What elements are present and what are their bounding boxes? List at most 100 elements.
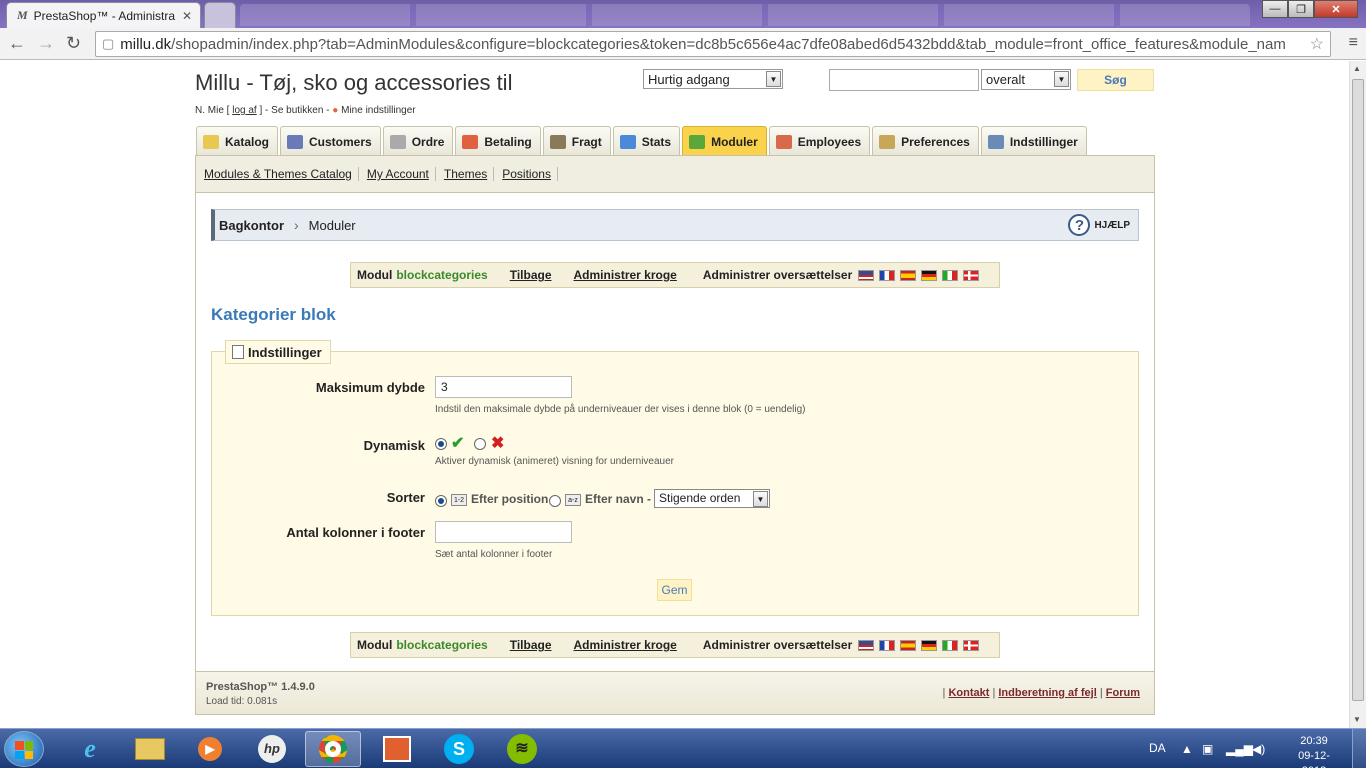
maximize-button[interactable]: ❐ xyxy=(1288,0,1314,18)
dropdown-arrow-icon[interactable]: ▼ xyxy=(753,491,768,507)
flag-es-icon[interactable] xyxy=(900,269,917,281)
search-button[interactable]: Søg xyxy=(1077,69,1154,91)
scroll-up-icon[interactable]: ▲ xyxy=(1353,64,1361,73)
cart-icon xyxy=(389,134,406,149)
tab-katalog[interactable]: Katalog xyxy=(196,126,279,156)
scroll-down-icon[interactable]: ▼ xyxy=(1353,715,1361,724)
window-controls: — ❐ ✕ xyxy=(1262,0,1358,18)
flag-it-icon[interactable] xyxy=(942,639,959,651)
quick-access-select[interactable]: Hurtig adgang ▼ xyxy=(643,69,783,89)
back-arrow-icon[interactable]: ← xyxy=(8,33,26,54)
flag-dk-icon[interactable] xyxy=(963,639,980,651)
subnav-positions[interactable]: Positions xyxy=(500,167,558,181)
sort-name-icon: a-z xyxy=(565,494,581,506)
flag-es-icon[interactable] xyxy=(900,639,917,651)
subnav-my-account[interactable]: My Account xyxy=(365,167,436,181)
tab-fragt[interactable]: Fragt xyxy=(542,126,611,156)
system-clock[interactable]: 20:39 09-12-2012 xyxy=(1288,734,1340,768)
flag-en-icon[interactable] xyxy=(858,269,875,281)
back-link[interactable]: Tilbage xyxy=(510,268,552,282)
tab-customers[interactable]: Customers xyxy=(280,126,381,156)
sort-name-radio[interactable] xyxy=(549,495,561,507)
sort-order-value: Stigende orden xyxy=(659,491,741,505)
back-link[interactable]: Tilbage xyxy=(510,638,552,652)
flag-de-icon[interactable] xyxy=(921,269,938,281)
manage-hooks-link[interactable]: Administrer kroge xyxy=(574,268,677,282)
tray-network-status-icon[interactable]: ▣ xyxy=(1202,742,1213,756)
flag-en-icon[interactable] xyxy=(858,639,875,651)
spotify-icon[interactable]: ≋ xyxy=(494,731,550,767)
tab-employees[interactable]: Employees xyxy=(768,126,871,156)
background-tabs[interactable] xyxy=(240,4,1250,26)
sort-name-label: Efter navn - xyxy=(585,492,652,506)
tab-close-icon[interactable]: ✕ xyxy=(182,9,192,23)
reload-icon[interactable]: ↻ xyxy=(66,33,81,54)
dynamic-yes-radio[interactable] xyxy=(435,438,447,450)
sort-order-select[interactable]: Stigende orden ▼ xyxy=(654,489,770,508)
browser-tab-active[interactable]: M PrestaShop™ - Administra ✕ xyxy=(6,2,201,28)
search-scope-select[interactable]: overalt ▼ xyxy=(981,69,1071,90)
flag-fr-icon[interactable] xyxy=(879,639,896,651)
chrome-icon[interactable] xyxy=(305,731,361,767)
scrollbar-thumb[interactable] xyxy=(1352,79,1364,701)
subnav-themes[interactable]: Themes xyxy=(442,167,495,181)
media-player-icon[interactable]: ▶ xyxy=(182,731,238,767)
contact-link[interactable]: Kontakt xyxy=(948,687,989,699)
page-scrollbar[interactable]: ▲ ▼ xyxy=(1349,61,1366,728)
tab-label: Fragt xyxy=(571,134,602,149)
chart-icon xyxy=(619,134,636,149)
logout-link[interactable]: log af xyxy=(232,105,256,116)
user-links-text: ] - Se butikken - xyxy=(256,105,333,116)
tab-moduler[interactable]: Moduler xyxy=(682,126,767,156)
volume-icon[interactable]: ◀) xyxy=(1252,742,1265,756)
dropdown-arrow-icon[interactable]: ▼ xyxy=(766,71,781,87)
tab-betaling[interactable]: Betaling xyxy=(455,126,541,156)
tab-indstillinger[interactable]: Indstillinger xyxy=(980,126,1087,156)
flag-de-icon[interactable] xyxy=(921,639,938,651)
sort-position-radio[interactable] xyxy=(435,495,447,507)
address-bar[interactable]: ▢ millu.dk/shopadmin/index.php?tab=Admin… xyxy=(95,31,1331,57)
dropdown-arrow-icon[interactable]: ▼ xyxy=(1054,71,1069,87)
bug-report-link[interactable]: Indberetning af fejl xyxy=(998,687,1096,699)
windows-taskbar: e ▶ hp S ≋ DA ▲ ▣ ▂▄▆ ◀) 20:39 09-12-201… xyxy=(0,728,1366,768)
skype-icon[interactable]: S xyxy=(431,731,487,767)
max-depth-input[interactable]: 3 xyxy=(435,376,572,398)
hp-icon[interactable]: hp xyxy=(244,731,300,767)
search-input[interactable] xyxy=(829,69,979,91)
my-settings-link[interactable]: Mine indstillinger xyxy=(341,105,415,116)
forum-link[interactable]: Forum xyxy=(1106,687,1140,699)
columns-hint: Sæt antal kolonner i footer xyxy=(435,549,553,560)
columns-input[interactable] xyxy=(435,521,572,543)
user-line: N. Mie [ log af ] - Se butikken - ● Mine… xyxy=(195,105,416,116)
flag-fr-icon[interactable] xyxy=(879,269,896,281)
settings-wrench-icon[interactable]: ≡ xyxy=(1349,34,1358,52)
office-icon[interactable] xyxy=(369,731,425,767)
new-tab-button[interactable] xyxy=(204,2,236,28)
dynamic-no-radio[interactable] xyxy=(474,438,486,450)
tray-arrow-icon[interactable]: ▲ xyxy=(1181,742,1193,756)
help-button[interactable]: ? HJÆLP xyxy=(1068,214,1130,236)
user-name: N. Mie [ xyxy=(195,105,233,116)
signal-strength-icon[interactable]: ▂▄▆ xyxy=(1226,742,1253,756)
save-button[interactable]: Gem xyxy=(657,579,692,601)
forward-arrow-icon[interactable]: → xyxy=(37,33,55,54)
file-explorer-icon[interactable] xyxy=(122,731,178,767)
manage-hooks-link[interactable]: Administrer kroge xyxy=(574,638,677,652)
breadcrumb-root[interactable]: Bagkontor xyxy=(219,218,284,233)
internet-explorer-icon[interactable]: e xyxy=(62,731,118,767)
subnav-modules-themes-catalog[interactable]: Modules & Themes Catalog xyxy=(202,167,359,181)
minimize-button[interactable]: — xyxy=(1262,0,1288,18)
flag-it-icon[interactable] xyxy=(942,269,959,281)
tab-preferences[interactable]: Preferences xyxy=(872,126,979,156)
tab-ordre[interactable]: Ordre xyxy=(382,126,454,156)
load-time-text: Load tid: 0.081s xyxy=(206,696,278,707)
show-desktop-button[interactable] xyxy=(1352,729,1366,768)
bookmark-star-icon[interactable]: ☆ xyxy=(1310,34,1324,54)
language-flags xyxy=(858,639,984,651)
flag-dk-icon[interactable] xyxy=(963,269,980,281)
tab-stats[interactable]: Stats xyxy=(612,126,681,156)
window-close-button[interactable]: ✕ xyxy=(1314,0,1358,18)
start-button[interactable] xyxy=(4,731,44,767)
sort-position-icon: 1-2 xyxy=(451,494,467,506)
language-indicator[interactable]: DA xyxy=(1149,741,1166,755)
